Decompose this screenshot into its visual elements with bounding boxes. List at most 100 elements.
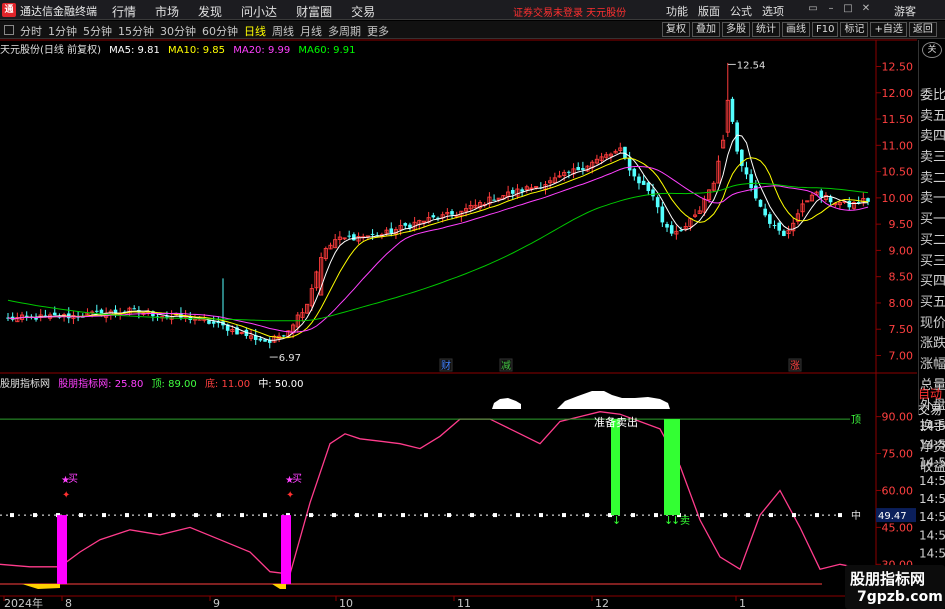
- x-tick-label: 9: [213, 597, 220, 609]
- order-panel-label: 卖一: [920, 191, 945, 207]
- ma10-label: MA10: 9.85: [168, 45, 226, 56]
- top-level-label: 顶: [851, 414, 861, 426]
- mid-level-dot: [700, 513, 704, 518]
- ma20-label: MA20: 9.99: [233, 45, 291, 56]
- watermark-url: 7gpzb.com: [857, 589, 943, 605]
- indicator-bottom: 底: 11.00: [204, 379, 251, 390]
- candle-body-down: [847, 200, 852, 208]
- price-tick-label: 9.00: [889, 244, 914, 257]
- mid-level-dot: [493, 513, 497, 518]
- price-tick-label: 7.00: [889, 349, 914, 362]
- mid-level-dot: [355, 513, 359, 518]
- mid-level-dot: [240, 513, 244, 518]
- top-zone-cloud: [557, 391, 670, 409]
- order-panel-label: 涨幅: [920, 356, 945, 372]
- mid-level-dot: [585, 513, 589, 518]
- candle-body-down: [768, 214, 772, 224]
- order-panel-label: 涨跌: [920, 336, 945, 352]
- candle-body-down: [669, 225, 674, 234]
- x-tick-label: 1: [739, 597, 746, 609]
- order-panel-label: 卖二: [920, 170, 945, 186]
- mid-level-dot: [516, 513, 520, 518]
- price-tick-label: 11.50: [882, 113, 914, 126]
- order-panel-label: 买一: [920, 212, 945, 228]
- mid-level-dot: [838, 513, 842, 518]
- candle-body-down: [281, 335, 286, 337]
- candle-body-down: [431, 215, 436, 218]
- mid-level-dot: [263, 513, 267, 518]
- ma60-label: MA60: 9.91: [298, 45, 356, 56]
- mid-level-dot: [723, 513, 727, 518]
- indicator-tick-label: 75.00: [882, 448, 914, 461]
- chart-canvas[interactable]: 12.546.97财减涨 顶中 49.47★买✦★买✦↓ ↓↓ 卖准备卖出 12.50…: [0, 0, 945, 609]
- auto-trade-button[interactable]: 自动 交易: [918, 386, 945, 418]
- order-panel-label: 买三: [920, 253, 945, 269]
- sell-signal-bar: [664, 419, 680, 516]
- candle-body-down: [782, 230, 786, 236]
- candle-body-down: [758, 199, 763, 207]
- indicator-mid: 中: 50.00: [258, 379, 304, 390]
- indicator-tick-label: 90.00: [882, 411, 914, 424]
- order-panel-label: 现价: [920, 315, 945, 331]
- order-panel-label: 卖三: [920, 150, 945, 166]
- mid-level-dot: [401, 513, 405, 518]
- x-tick-label: 8: [65, 597, 72, 609]
- mid-level-dot: [815, 513, 819, 518]
- order-panel-label: 委比: [920, 88, 945, 103]
- indicator-name[interactable]: 股朋指标网: [0, 379, 50, 390]
- watermark: 股朋指标网 7gpzb.com: [845, 565, 945, 609]
- chart-axes: 12.50 12.00 11.50 11.00 10.50 10.00 9.50 9.00 8.…: [3, 61, 945, 609]
- price-tick-label: 12.50: [882, 61, 914, 74]
- stock-title[interactable]: 天元股份(日线 前复权): [0, 45, 101, 56]
- candle-body-down: [258, 338, 263, 341]
- candle-body-down: [132, 308, 136, 310]
- ma60-line: [7, 182, 869, 322]
- candle-body-down: [347, 235, 351, 237]
- panel-close-button[interactable]: 关: [922, 42, 942, 58]
- price-tick-label: 7.50: [889, 323, 914, 336]
- order-panel-label: 买五: [920, 294, 945, 310]
- mid-level-dot: [217, 513, 221, 518]
- side-time-label: 14:56: [919, 547, 945, 561]
- indicator-value: 股朋指标网: 25.80: [58, 379, 144, 390]
- sell-label: 卖: [680, 515, 690, 527]
- candle-body-down: [655, 197, 660, 208]
- sell-signal-bar: [611, 419, 620, 516]
- mid-level-dot: [33, 513, 37, 518]
- auto-trade-line1: 自动: [918, 387, 943, 401]
- price-tick-label: 9.50: [889, 218, 914, 231]
- candle-body-down: [777, 222, 781, 231]
- candle-body-down: [665, 223, 669, 228]
- sell-arrow-icon: ↓: [612, 514, 621, 527]
- mid-level-dot: [79, 513, 83, 518]
- price-tick-label: 12.00: [882, 87, 914, 100]
- candle-body-down: [637, 176, 641, 184]
- candle-body-down: [165, 316, 169, 318]
- price-tick-label: 10.50: [882, 166, 914, 179]
- price-chart-header: 天元股份(日线 前复权) MA5: 9.81 MA10: 9.85 MA20: …: [0, 41, 360, 56]
- event-marker-label: 涨: [790, 360, 800, 372]
- buy-signal-bar: [57, 515, 67, 584]
- side-time-label: 14:56: [919, 492, 945, 506]
- price-annotations: 12.54 6.97 财 减 涨: [269, 60, 802, 372]
- mid-level-dot: [746, 513, 750, 518]
- mid-level-dot: [447, 513, 451, 518]
- candle-body-down: [389, 228, 394, 234]
- indicator-header: 股朋指标网 股朋指标网: 25.80 顶: 89.00 底: 11.00 中: …: [0, 375, 309, 390]
- candle-body-down: [352, 234, 356, 241]
- order-panel-label: 换手: [920, 419, 945, 434]
- low-price-label: 6.97: [279, 353, 301, 364]
- buy-label: 买: [68, 473, 78, 485]
- mid-level-dot: [194, 513, 198, 518]
- sell-arrow-icon: ↓: [671, 514, 680, 527]
- candle-body-down: [641, 180, 646, 185]
- candle-body-down: [772, 225, 777, 227]
- mid-level-dot: [378, 513, 382, 518]
- watermark-title: 股朋指标网: [850, 570, 926, 588]
- price-tick-label: 8.50: [889, 271, 914, 284]
- buy-signal-bar: [281, 515, 291, 584]
- bottom-zone-block: [272, 584, 286, 589]
- indicator-tick-label: 60.00: [882, 484, 914, 497]
- mid-level-dot: [470, 513, 474, 518]
- moving-average-lines: [7, 134, 869, 341]
